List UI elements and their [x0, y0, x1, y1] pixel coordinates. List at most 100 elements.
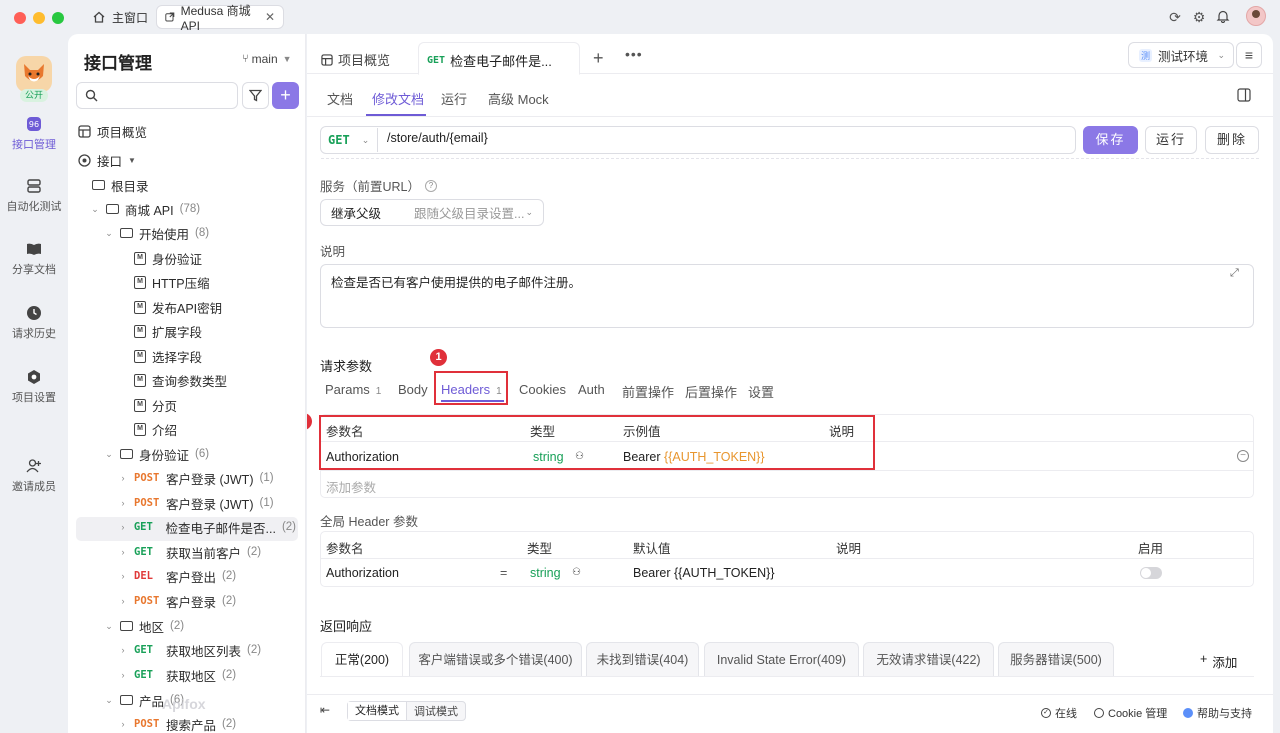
tab-project-overview[interactable]: 项目概览 [321, 50, 390, 69]
folder-icon [120, 621, 133, 631]
add-response-button[interactable]: + 添加 [1200, 652, 1237, 671]
param-tab-params[interactable]: Params 1 [325, 382, 381, 397]
new-tab-button[interactable]: + [593, 48, 604, 69]
environment-selector[interactable]: 测 测试环境 ⌄ [1128, 42, 1234, 68]
save-button[interactable]: 保存 [1083, 126, 1138, 154]
online-status[interactable]: ✓ 在线 [1041, 705, 1077, 721]
nav-item-invite[interactable]: 邀请成员 [0, 458, 68, 494]
tree-item-overview[interactable]: 项目概览 [78, 119, 147, 143]
close-tab-icon[interactable]: ✕ [265, 10, 275, 24]
window-tab-home[interactable]: 主窗口 [84, 5, 156, 29]
cookie-manager[interactable]: Cookie 管理 [1094, 705, 1167, 721]
response-tab-404[interactable]: 未找到错误(404) [586, 642, 699, 676]
tree-doc[interactable]: M 发布API密钥 [134, 295, 222, 319]
nav-item-history[interactable]: 请求历史 [0, 305, 68, 341]
service-selector[interactable]: 继承父级 跟随父级目录设置... ⌄ [320, 199, 544, 226]
tree-api[interactable]: › POST 客户登录 (JWT) (1) [118, 466, 274, 490]
response-tab-422[interactable]: 无效请求错误(422) [863, 642, 994, 676]
response-tab-500[interactable]: 服务器错误(500) [998, 642, 1114, 676]
tree-doc[interactable]: M 介绍 [134, 417, 177, 441]
param-tab-body[interactable]: Body [398, 382, 428, 397]
tree-folder[interactable]: ⌄ 身份验证 (6) [104, 442, 209, 466]
collapse-sidebar-icon[interactable]: ⇤ [320, 703, 330, 717]
divider [321, 158, 1259, 161]
tree-doc[interactable]: M 分页 [134, 393, 177, 417]
tree-item-interfaces[interactable]: 接口 ▼ [78, 148, 136, 172]
run-button[interactable]: 运行 [1145, 126, 1197, 154]
param-tab-cookies[interactable]: Cookies [519, 382, 566, 397]
tree-api[interactable]: › POST 客户登录 (JWT) (1) [118, 491, 274, 515]
search-input[interactable] [104, 88, 234, 103]
tree-api[interactable]: › GET 获取当前客户 (2) [118, 540, 262, 564]
remove-param-icon[interactable]: − [1237, 450, 1249, 462]
tree-doc[interactable]: M 查询参数类型 [134, 368, 227, 392]
tree-folder[interactable]: ⌄ 开始使用 (8) [104, 221, 209, 245]
tree-api[interactable]: › GET 获取地区列表 (2) [118, 638, 262, 662]
gear-icon[interactable]: ⚙ [1191, 9, 1207, 25]
tree-api[interactable]: › POST 搜索产品 (2) [118, 712, 237, 733]
tree-item-root[interactable]: 根目录 [92, 173, 149, 197]
nav-item-project-settings[interactable]: 项目设置 [0, 369, 68, 405]
response-tab-200[interactable]: 正常(200) [321, 642, 403, 676]
search-icon [85, 89, 98, 102]
param-tab-post-ops[interactable]: 后置操作 [685, 382, 737, 401]
delete-button[interactable]: 删除 [1205, 126, 1259, 154]
param-tab-pre-ops[interactable]: 前置操作 [622, 382, 674, 401]
tree-folder[interactable]: ⌄ 商城 API (78) [90, 197, 200, 221]
col-header-enabled: 启用 [1138, 542, 1164, 556]
tab-label: 前置操作 [622, 385, 675, 400]
nav-item-label: 分享文档 [12, 264, 56, 276]
response-tab-400[interactable]: 客户端错误或多个错误(400) [409, 642, 582, 676]
branch-selector[interactable]: ⑂ main ▼ [242, 52, 292, 66]
description-textarea[interactable]: 检查是否已有客户使用提供的电子邮件注册。 [320, 264, 1254, 328]
tree-doc[interactable]: M 身份验证 [134, 246, 202, 270]
subtab-run[interactable]: 运行 [441, 89, 467, 108]
minimize-window-button[interactable] [33, 12, 45, 24]
menu-icon[interactable]: ≡ [1236, 42, 1262, 68]
window-tab-project[interactable]: Medusa 商城 API ✕ [156, 4, 284, 33]
tree-doc[interactable]: M 选择字段 [134, 344, 202, 368]
tree-api[interactable]: › DEL 客户登出 (2) [118, 564, 237, 588]
param-tab-auth[interactable]: Auth [578, 382, 605, 397]
response-tab-409[interactable]: Invalid State Error(409) [704, 642, 859, 676]
subtab-edit-docs[interactable]: 修改文档 [372, 89, 424, 108]
nav-item-api-management[interactable]: 96 接口管理 [0, 116, 68, 152]
user-avatar[interactable] [1246, 6, 1266, 26]
help-icon[interactable]: ? [425, 179, 438, 192]
nav-item-share-docs[interactable]: 分享文档 [0, 241, 68, 277]
caret-down-icon: ⌄ [105, 694, 113, 705]
debug-mode-button[interactable]: 调试模式 [407, 703, 465, 719]
tree-api[interactable]: › GET 获取地区 (2) [118, 663, 237, 687]
nav-item-automation[interactable]: 自动化测试 [0, 178, 68, 214]
enable-toggle[interactable] [1140, 567, 1162, 579]
tree-doc[interactable]: M HTTP压缩 [134, 270, 210, 294]
tree-api-selected[interactable]: › GET 检查电子邮件是否... (2) [118, 515, 296, 539]
tree-doc[interactable]: M 扩展字段 [134, 319, 202, 343]
subtab-docs[interactable]: 文档 [327, 89, 353, 108]
param-tab-settings[interactable]: 设置 [748, 382, 774, 401]
schema-icon[interactable]: ⚇ [572, 567, 581, 578]
url-input[interactable] [387, 131, 987, 145]
maximize-window-button[interactable] [52, 12, 64, 24]
tree-folder[interactable]: ⌄ 地区 (2) [104, 614, 184, 638]
annotation-marker-2: 2 [307, 413, 312, 430]
refresh-icon[interactable]: ⟳ [1167, 9, 1183, 25]
search-box[interactable] [76, 82, 238, 109]
subtab-advanced-mock[interactable]: 高级 Mock [488, 89, 549, 108]
tab-check-email[interactable]: GET 检查电子邮件是... [427, 51, 552, 70]
close-window-button[interactable] [14, 12, 26, 24]
method-selector[interactable]: GET ⌄ [328, 133, 369, 147]
expand-icon[interactable]: ⤢ [1230, 267, 1239, 280]
col-header-type: 类型 [527, 542, 553, 556]
add-param-input[interactable]: 添加参数 [326, 477, 376, 496]
filter-button[interactable] [242, 82, 269, 109]
tree-api[interactable]: › POST 客户登录 (2) [118, 589, 237, 613]
project-avatar[interactable] [16, 56, 52, 92]
bell-icon[interactable] [1215, 9, 1231, 25]
more-tabs-icon[interactable]: ••• [625, 46, 643, 62]
doc-mode-button[interactable]: 文档模式 [348, 702, 407, 720]
global-type-cell: string [530, 566, 561, 580]
help-support[interactable]: 帮助与支持 [1183, 705, 1252, 721]
split-view-icon[interactable] [1237, 88, 1251, 105]
add-button[interactable]: + [272, 82, 299, 109]
